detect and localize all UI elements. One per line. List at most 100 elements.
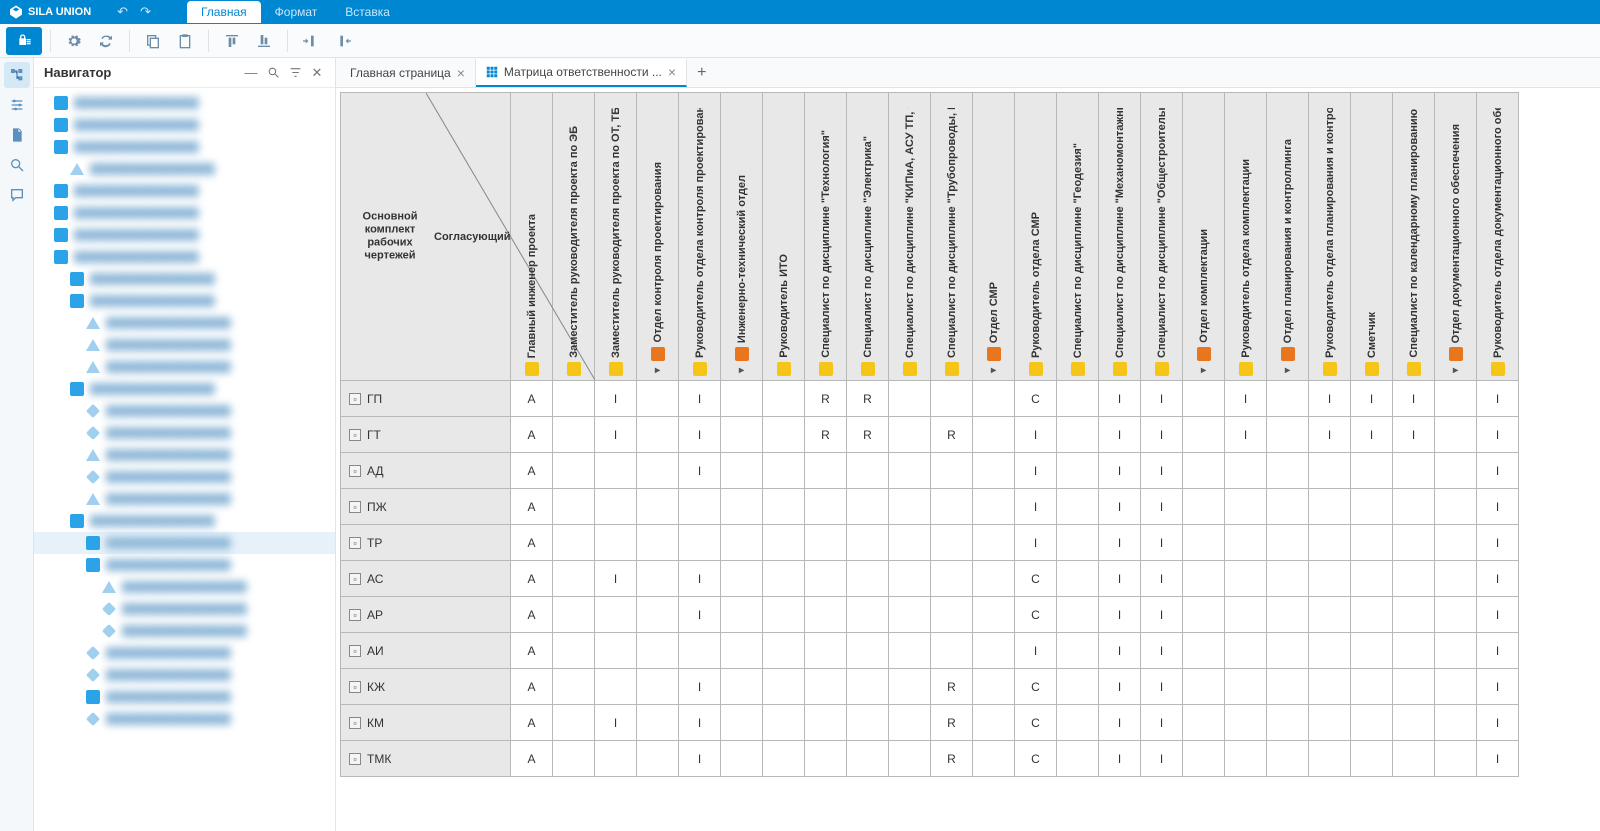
- matrix-cell[interactable]: [763, 417, 805, 453]
- tree-item[interactable]: ████████████████: [34, 378, 335, 400]
- matrix-cell[interactable]: C: [1015, 561, 1057, 597]
- matrix-cell[interactable]: [973, 669, 1015, 705]
- matrix-cell[interactable]: [763, 453, 805, 489]
- matrix-cell[interactable]: [553, 489, 595, 525]
- matrix-cell[interactable]: [889, 417, 931, 453]
- matrix-cell[interactable]: [1267, 525, 1309, 561]
- matrix-cell[interactable]: [931, 525, 973, 561]
- matrix-cell[interactable]: [931, 489, 973, 525]
- strip-doc-button[interactable]: [4, 122, 30, 148]
- matrix-cell[interactable]: I: [1309, 417, 1351, 453]
- strip-chat-button[interactable]: [4, 182, 30, 208]
- matrix-cell[interactable]: A: [511, 381, 553, 417]
- matrix-cell[interactable]: [763, 633, 805, 669]
- matrix-cell[interactable]: I: [679, 669, 721, 705]
- matrix-cell[interactable]: A: [511, 597, 553, 633]
- matrix-cell[interactable]: [637, 525, 679, 561]
- expand-button[interactable]: ▫: [349, 753, 361, 765]
- matrix-cell[interactable]: [553, 597, 595, 633]
- matrix-cell[interactable]: [553, 669, 595, 705]
- matrix-cell[interactable]: [595, 525, 637, 561]
- matrix-cell[interactable]: R: [847, 417, 889, 453]
- matrix-cell[interactable]: I: [1141, 705, 1183, 741]
- matrix-cell[interactable]: [1351, 705, 1393, 741]
- matrix-cell[interactable]: [973, 741, 1015, 777]
- column-header[interactable]: Специалист по календарному планированию: [1393, 93, 1435, 381]
- copy-button[interactable]: [138, 27, 168, 55]
- matrix-cell[interactable]: [1057, 633, 1099, 669]
- matrix-cell[interactable]: [847, 453, 889, 489]
- matrix-cell[interactable]: [595, 633, 637, 669]
- matrix-cell[interactable]: R: [931, 705, 973, 741]
- column-header[interactable]: Специалист по дисциплине "Трубопроводы, …: [931, 93, 973, 381]
- strip-tree-button[interactable]: [4, 62, 30, 88]
- matrix-cell[interactable]: [721, 417, 763, 453]
- column-header[interactable]: Руководитель отдела контроля проектирова…: [679, 93, 721, 381]
- ribbon-tab-insert[interactable]: Вставка: [331, 1, 404, 23]
- matrix-cell[interactable]: [637, 489, 679, 525]
- matrix-cell[interactable]: [1435, 381, 1477, 417]
- matrix-cell[interactable]: R: [805, 381, 847, 417]
- matrix-cell[interactable]: [889, 705, 931, 741]
- tree-item[interactable]: ████████████████: [34, 554, 335, 576]
- matrix-cell[interactable]: [1435, 489, 1477, 525]
- matrix-cell[interactable]: I: [1015, 453, 1057, 489]
- matrix-cell[interactable]: I: [1477, 705, 1519, 741]
- matrix-cell[interactable]: [679, 489, 721, 525]
- matrix-cell[interactable]: [889, 381, 931, 417]
- expand-button[interactable]: ▫: [349, 645, 361, 657]
- matrix-cell[interactable]: I: [1477, 453, 1519, 489]
- matrix-cell[interactable]: [595, 741, 637, 777]
- matrix-cell[interactable]: [931, 381, 973, 417]
- matrix-cell[interactable]: [1183, 561, 1225, 597]
- matrix-cell[interactable]: I: [1141, 669, 1183, 705]
- matrix-cell[interactable]: A: [511, 705, 553, 741]
- matrix-cell[interactable]: I: [1225, 381, 1267, 417]
- matrix-cell[interactable]: [1267, 561, 1309, 597]
- matrix-cell[interactable]: [1057, 417, 1099, 453]
- row-header[interactable]: ▫ АС: [341, 561, 511, 597]
- matrix-cell[interactable]: [1393, 597, 1435, 633]
- matrix-cell[interactable]: [1183, 453, 1225, 489]
- strip-sliders-button[interactable]: [4, 92, 30, 118]
- matrix-cell[interactable]: [973, 381, 1015, 417]
- settings-button[interactable]: [59, 27, 89, 55]
- matrix-cell[interactable]: [805, 525, 847, 561]
- matrix-cell[interactable]: [1057, 525, 1099, 561]
- tree-item[interactable]: ████████████████: [34, 686, 335, 708]
- tree-item[interactable]: ████████████████: [34, 642, 335, 664]
- matrix-cell[interactable]: [1435, 525, 1477, 561]
- matrix-cell[interactable]: I: [1225, 417, 1267, 453]
- matrix-cell[interactable]: [553, 525, 595, 561]
- matrix-cell[interactable]: [1267, 597, 1309, 633]
- matrix-cell[interactable]: [1267, 669, 1309, 705]
- tree-item[interactable]: ████████████████: [34, 444, 335, 466]
- matrix-cell[interactable]: [847, 669, 889, 705]
- column-header[interactable]: Заместитель руководителя проекта по ОТ, …: [595, 93, 637, 381]
- matrix-cell[interactable]: [889, 741, 931, 777]
- matrix-cell[interactable]: [931, 453, 973, 489]
- matrix-cell[interactable]: I: [1015, 525, 1057, 561]
- matrix-cell[interactable]: [553, 561, 595, 597]
- column-header[interactable]: Руководитель отдела планирования и контр…: [1309, 93, 1351, 381]
- expand-button[interactable]: ▫: [349, 681, 361, 693]
- tree-item[interactable]: ████████████████: [34, 202, 335, 224]
- tree-item[interactable]: ████████████████: [34, 598, 335, 620]
- tree-item[interactable]: ████████████████: [34, 422, 335, 444]
- row-header[interactable]: ▫ КЖ: [341, 669, 511, 705]
- matrix-cell[interactable]: I: [1393, 417, 1435, 453]
- matrix-cell[interactable]: [973, 633, 1015, 669]
- tree-item[interactable]: ████████████████: [34, 136, 335, 158]
- matrix-cell[interactable]: [1183, 669, 1225, 705]
- tree-item[interactable]: ████████████████: [34, 708, 335, 730]
- tree-item[interactable]: ████████████████: [34, 312, 335, 334]
- align-top-button[interactable]: [217, 27, 247, 55]
- matrix-cell[interactable]: [721, 705, 763, 741]
- matrix-cell[interactable]: [805, 561, 847, 597]
- matrix-cell[interactable]: [1309, 561, 1351, 597]
- matrix-cell[interactable]: [847, 741, 889, 777]
- matrix-cell[interactable]: [889, 669, 931, 705]
- matrix-cell[interactable]: [889, 489, 931, 525]
- matrix-cell[interactable]: C: [1015, 597, 1057, 633]
- matrix-cell[interactable]: [721, 741, 763, 777]
